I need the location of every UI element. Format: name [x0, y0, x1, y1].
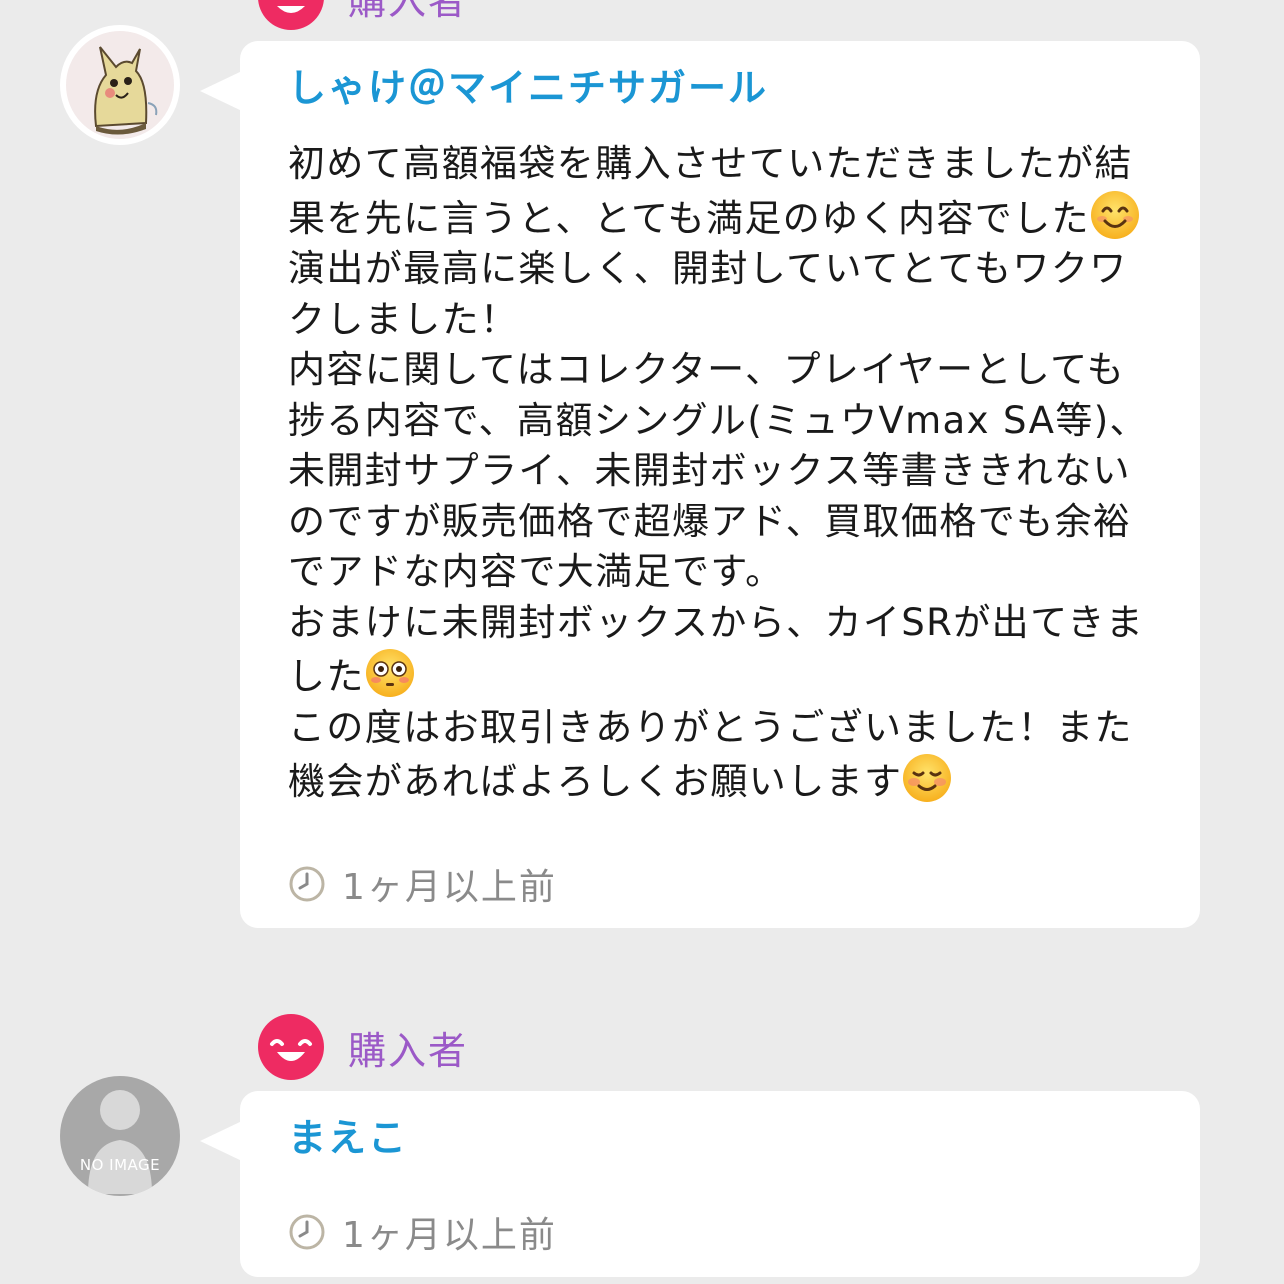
user-avatar[interactable]	[60, 25, 180, 145]
bubble-tail	[200, 71, 242, 111]
person-placeholder-icon	[88, 1090, 152, 1194]
time-label: 1ヶ月以上前	[342, 867, 557, 908]
smile-rating-icon	[258, 0, 324, 30]
review-time: 1ヶ月以上前	[288, 1206, 557, 1258]
bubble-tail	[200, 1121, 242, 1161]
clock-icon	[289, 866, 325, 902]
mimikyu-avatar-icon	[66, 31, 174, 139]
review-bubble: しゃけ＠マイニチサガール 初めて高額福袋を購入させていただきましたが結果を先に言…	[200, 41, 1200, 928]
no-image-label: NO IMAGE	[79, 1156, 161, 1174]
smile-rating-icon	[258, 1014, 324, 1080]
rating-label: 購入者	[348, 0, 469, 23]
review-comment: 初めて高額福袋を購入させていただきましたが結果を先に言うと、とても満足のゆく内容…	[288, 139, 1152, 808]
comment-text: 初めて高額福袋を購入させていただきましたが結果を先に言うと、とても満足のゆく内容…	[288, 142, 1133, 240]
smiling-face-icon	[903, 754, 952, 802]
rating-row: 購入者	[258, 0, 468, 30]
flushed-face-icon	[365, 649, 414, 697]
smiling-face-with-smiling-eyes-icon	[1090, 190, 1139, 239]
clock-icon	[289, 1214, 325, 1250]
comment-text: この度はお取引きありがとうございました！また機会があればよろしくお願いします	[288, 705, 1133, 804]
rating-label: 購入者	[348, 1028, 469, 1073]
username-link[interactable]: しゃけ＠マイニチサガール	[288, 63, 1152, 113]
username-link[interactable]: まえこ	[288, 1113, 1152, 1163]
rating-row: 購入者	[258, 1014, 468, 1080]
time-label: 1ヶ月以上前	[342, 1215, 557, 1256]
review-time: 1ヶ月以上前	[288, 858, 557, 910]
user-avatar[interactable]: NO IMAGE	[60, 1076, 180, 1196]
comment-text: 演出が最高に楽しく、開封していてとてもワクワクしました！ 内容に関してはコレクタ…	[288, 247, 1148, 698]
review-bubble: まえこ 1ヶ月以上前	[200, 1091, 1200, 1277]
